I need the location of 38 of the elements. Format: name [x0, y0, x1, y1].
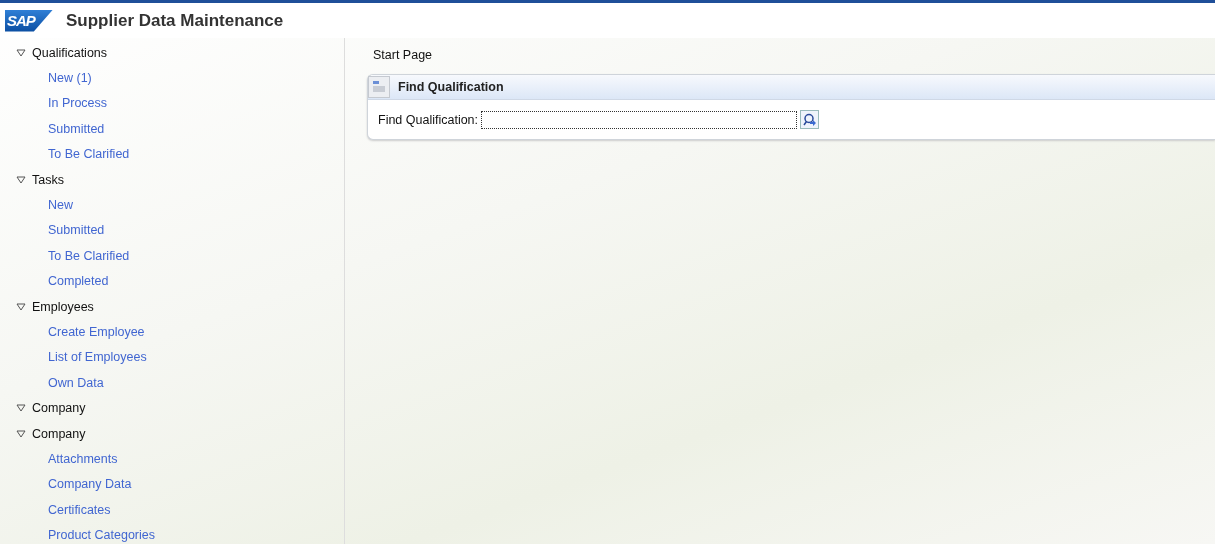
nav-link[interactable]: New	[48, 198, 73, 213]
nav-group-label: Qualifications	[32, 45, 108, 60]
nav-group[interactable]: Qualifications	[0, 40, 344, 66]
panel-title: Find Qualification	[398, 80, 504, 94]
search-button[interactable]	[800, 110, 820, 129]
nav-link[interactable]: New (1)	[48, 71, 92, 86]
nav-group[interactable]: Employees	[0, 293, 344, 320]
expanded-triangle-icon[interactable]	[16, 404, 26, 413]
nav-link[interactable]: Company Data	[48, 477, 132, 492]
search-icon	[802, 112, 817, 127]
sap-logo: SAP	[5, 9, 53, 32]
nav-link[interactable]: Product Categories	[48, 528, 155, 543]
nav-link[interactable]: Completed	[48, 274, 109, 289]
field-label: Find Qualification:	[378, 112, 479, 127]
nav-link[interactable]: Own Data	[48, 375, 104, 390]
expanded-triangle-icon[interactable]	[16, 48, 26, 57]
nav-group[interactable]: Tasks	[0, 166, 344, 193]
nav-group[interactable]: Company	[0, 395, 344, 421]
nav-group-label: Company	[32, 401, 86, 416]
app-title: Supplier Data Maintenance	[66, 10, 284, 31]
nav-link[interactable]: In Process	[48, 96, 108, 111]
nav-link[interactable]: Certificates	[48, 502, 111, 517]
nav-link[interactable]: Attachments	[48, 451, 118, 466]
nav-link[interactable]: Create Employee	[48, 325, 145, 339]
nav-link[interactable]: To Be Clarified	[48, 248, 130, 263]
nav-link[interactable]: List of Employees	[48, 350, 147, 365]
nav-link[interactable]: Submitted	[48, 223, 105, 238]
breadcrumb: Start Page	[373, 48, 434, 64]
expanded-triangle-icon[interactable]	[16, 302, 26, 311]
nav-group-label: Employees	[32, 299, 94, 314]
expanded-triangle-icon[interactable]	[16, 175, 26, 184]
expanded-triangle-icon[interactable]	[16, 429, 26, 438]
nav-link[interactable]: Submitted	[48, 121, 105, 136]
nav-group-label: Company	[32, 426, 86, 441]
nav-group-label: Tasks	[32, 172, 64, 187]
nav-group[interactable]: Company	[0, 420, 344, 447]
search-field[interactable]	[481, 110, 798, 129]
nav-link[interactable]: To Be Clarified	[48, 147, 130, 162]
